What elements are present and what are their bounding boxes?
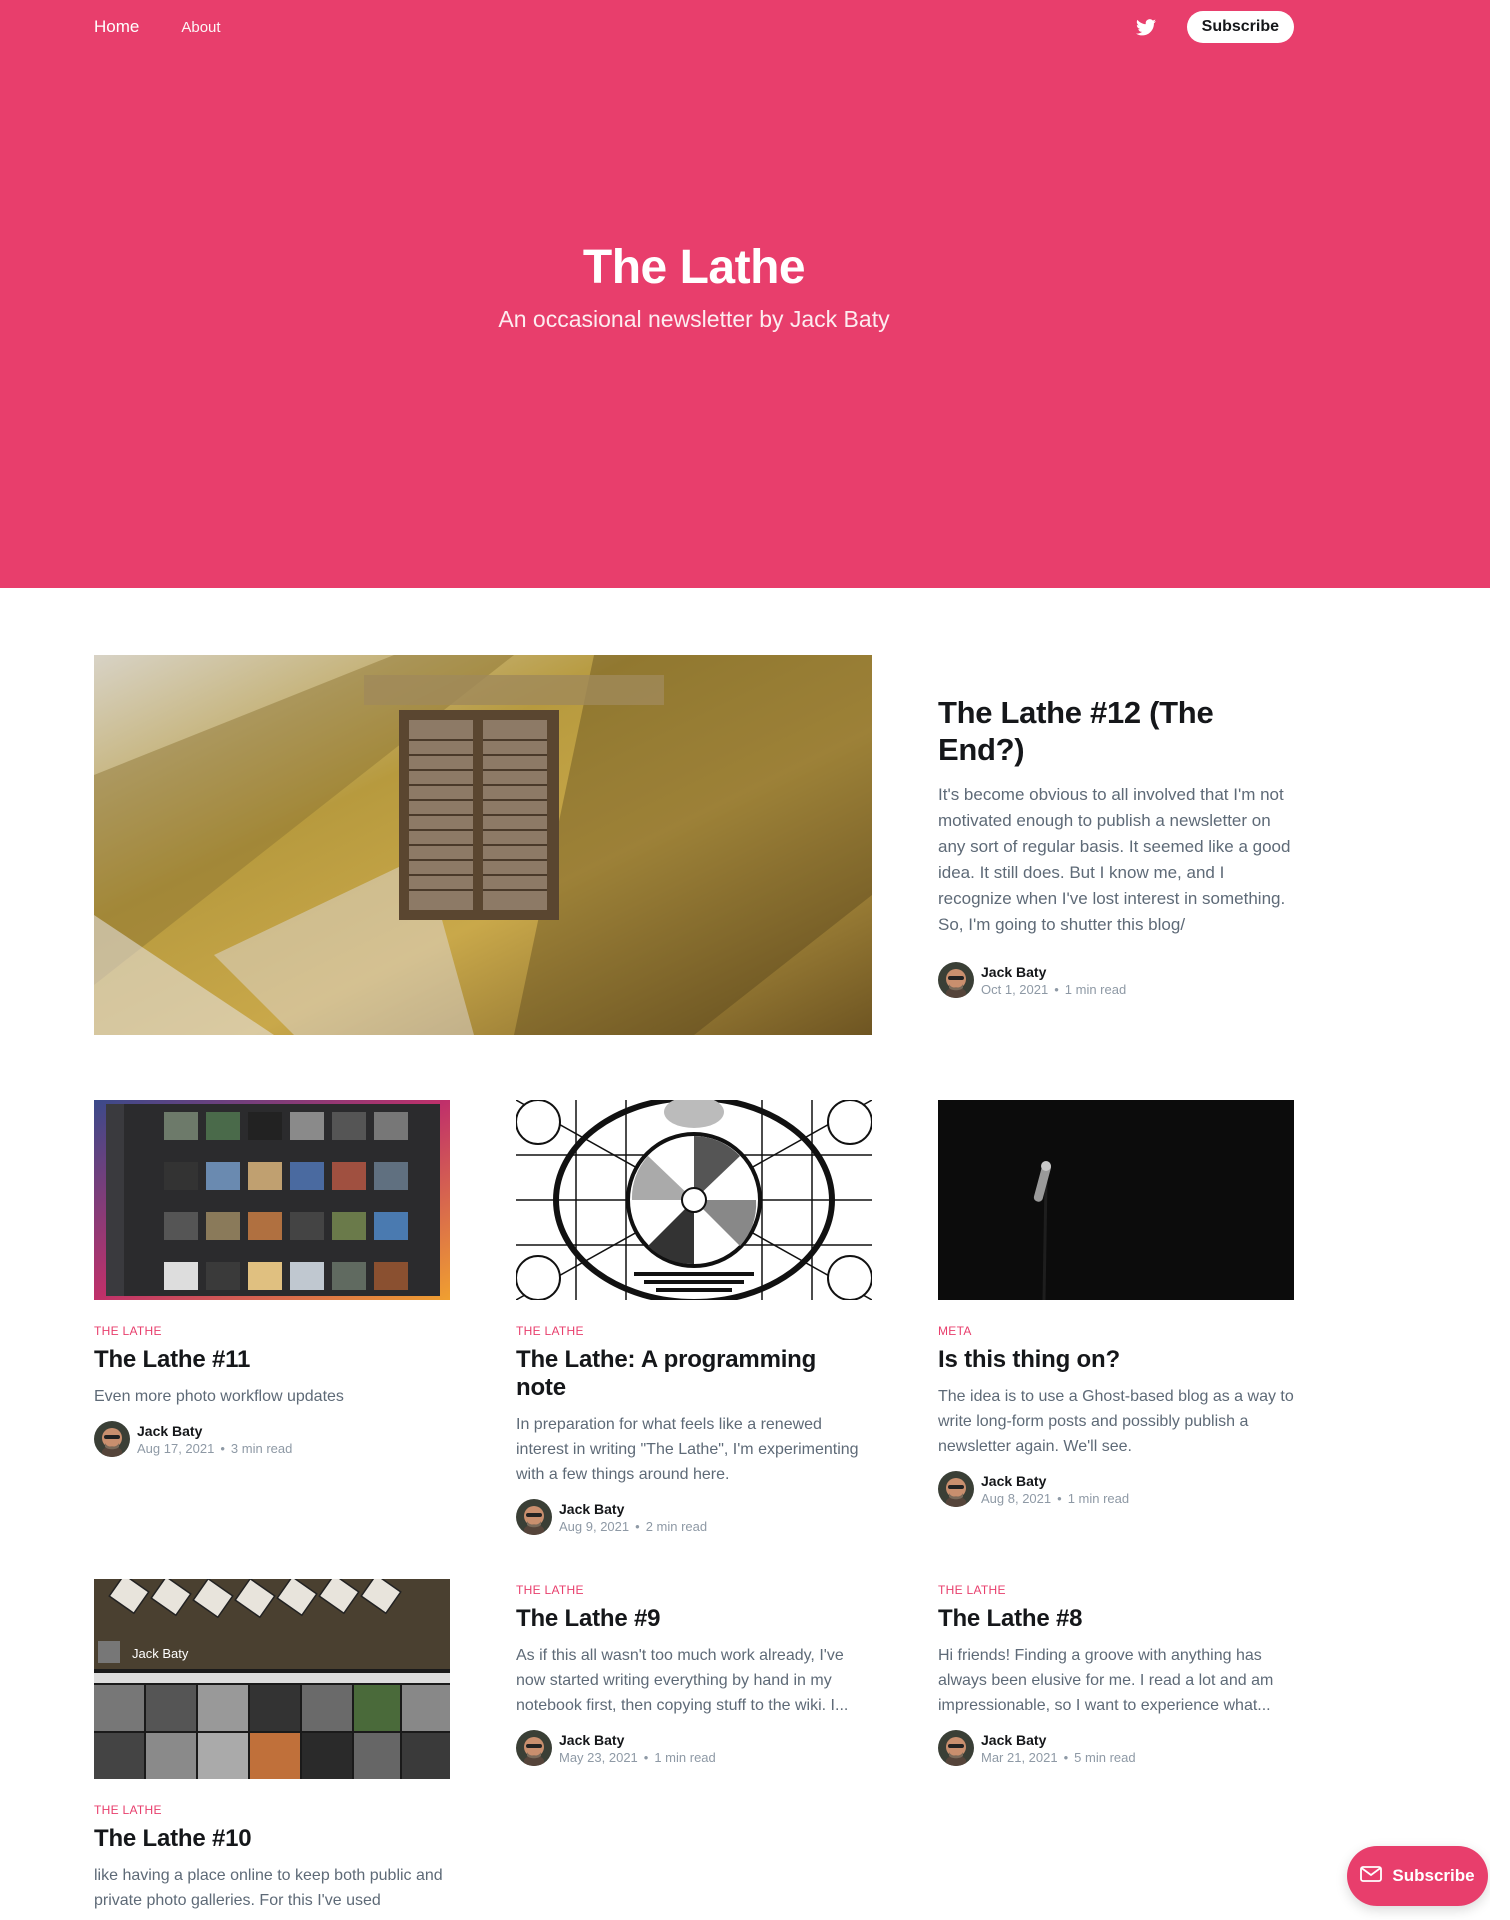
reading-time: 5 min read [1074,1749,1136,1765]
post-card-image[interactable]: Jack Baty [94,1579,450,1779]
post-card: THE LATHE The Lathe #9 As if this all wa… [516,1583,872,1766]
reading-time: 1 min read [1067,1490,1130,1506]
reading-time: 1 min read [1064,981,1127,997]
post-tag[interactable]: THE LATHE [516,1583,872,1597]
meta-separator: • [220,1440,225,1456]
post-title[interactable]: The Lathe #10 [94,1825,450,1853]
post-author: Jack Baty Mar 21, 2021 • 5 min read [938,1730,1294,1766]
nav-about[interactable]: About [181,19,220,36]
author-name[interactable]: Jack Baty [981,964,1126,980]
floating-subscribe-button[interactable]: Subscribe [1347,1846,1488,1906]
featured-post-excerpt[interactable]: It's become obvious to all involved that… [938,782,1294,938]
meta-separator: • [1057,1490,1062,1506]
post-excerpt[interactable]: like having a place online to keep both … [94,1863,450,1913]
post-meta: Oct 1, 2021 • 1 min read [981,982,1126,997]
meta-separator: • [1054,981,1059,997]
reading-time: 3 min read [230,1440,293,1456]
post-meta: Aug 9, 2021 • 2 min read [559,1519,707,1534]
site-title: The Lathe [582,241,806,294]
avatar[interactable] [94,1421,130,1457]
post-author: Jack Baty Aug 17, 2021 • 3 min read [94,1421,450,1457]
meta-separator: • [643,1749,649,1765]
avatar[interactable] [938,1471,974,1507]
post-card-image[interactable] [516,1100,872,1300]
author-name[interactable]: Jack Baty [559,1732,716,1748]
nav-home[interactable]: Home [94,17,139,37]
featured-post: The Lathe #12 (The End?) It's become obv… [938,695,1294,999]
post-title[interactable]: The Lathe #8 [938,1605,1294,1633]
post-tag[interactable]: THE LATHE [94,1324,450,1338]
post-tag[interactable]: THE LATHE [94,1803,450,1817]
post-author: Jack Baty May 23, 2021 • 1 min read [516,1730,872,1766]
post-card: THE LATHE The Lathe #11 Even more photo … [94,1100,450,1457]
avatar[interactable] [938,962,974,999]
meta-separator: • [635,1518,640,1534]
post-meta: May 23, 2021 • 1 min read [559,1750,716,1765]
post-excerpt[interactable]: As if this all wasn't too much work alre… [516,1643,872,1718]
post-excerpt[interactable]: In preparation for what feels like a ren… [516,1412,872,1487]
page-edge [1490,0,1510,1920]
meta-separator: • [1063,1749,1069,1765]
post-excerpt[interactable]: The idea is to use a Ghost-based blog as… [938,1384,1294,1459]
author-name[interactable]: Jack Baty [137,1423,292,1439]
site-description: An occasional newsletter by Jack Baty [498,306,890,332]
avatar[interactable] [516,1499,552,1535]
author-name[interactable]: Jack Baty [981,1732,1136,1748]
post-title[interactable]: Is this thing on? [938,1346,1294,1374]
post-date: May 23, 2021 [559,1749,638,1765]
post-tag[interactable]: THE LATHE [516,1324,872,1338]
floating-subscribe-label: Subscribe [1392,1866,1475,1885]
header-subscribe-button[interactable]: Subscribe [1186,11,1294,43]
post-card: THE LATHE The Lathe #8 Hi friends! Findi… [938,1583,1294,1766]
post-tag[interactable]: META [938,1324,1294,1338]
mail-icon [1360,1865,1383,1887]
post-excerpt[interactable]: Even more photo workflow updates [94,1384,450,1409]
post-card-image[interactable] [938,1100,1294,1300]
post-card: META Is this thing on? The idea is to us… [938,1100,1294,1507]
post-author: Jack Baty Oct 1, 2021 • 1 min read [938,962,1294,999]
reading-time: 1 min read [654,1749,716,1765]
post-author: Jack Baty Aug 8, 2021 • 1 min read [938,1471,1294,1507]
post-card-image[interactable] [94,1100,450,1300]
post-meta: Mar 21, 2021 • 5 min read [981,1750,1136,1765]
post-date: Aug 8, 2021 [981,1490,1052,1506]
top-nav: Home About Subscribe [94,0,1294,54]
image-overlay-label: Jack Baty [132,1646,189,1661]
post-meta: Aug 17, 2021 • 3 min read [137,1441,292,1456]
twitter-icon[interactable] [1135,16,1157,38]
author-name[interactable]: Jack Baty [559,1501,707,1517]
post-meta: Aug 8, 2021 • 1 min read [981,1491,1129,1506]
featured-post-title[interactable]: The Lathe #12 (The End?) [938,695,1294,768]
post-tag[interactable]: THE LATHE [938,1583,1294,1597]
site-header: Home About Subscribe The Lathe An occasi… [0,0,1510,588]
post-date: Aug 9, 2021 [559,1518,630,1534]
post-author: Jack Baty Aug 9, 2021 • 2 min read [516,1499,872,1535]
author-name[interactable]: Jack Baty [981,1473,1129,1489]
post-title[interactable]: The Lathe: A programming note [516,1346,872,1402]
post-excerpt[interactable]: Hi friends! Finding a groove with anythi… [938,1643,1294,1718]
post-card: Jack Baty THE LATHE The Lathe #10 like h… [94,1579,450,1913]
post-title[interactable]: The Lathe #9 [516,1605,872,1633]
avatar[interactable] [516,1730,552,1766]
post-date: Oct 1, 2021 [981,981,1049,997]
avatar[interactable] [938,1730,974,1766]
post-date: Aug 17, 2021 [137,1440,215,1456]
reading-time: 2 min read [645,1518,708,1534]
post-title[interactable]: The Lathe #11 [94,1346,450,1374]
featured-post-image[interactable] [94,655,872,1035]
post-card: THE LATHE The Lathe: A programming note … [516,1100,872,1535]
post-date: Mar 21, 2021 [981,1749,1058,1765]
nav-actions: Subscribe [1135,11,1294,43]
